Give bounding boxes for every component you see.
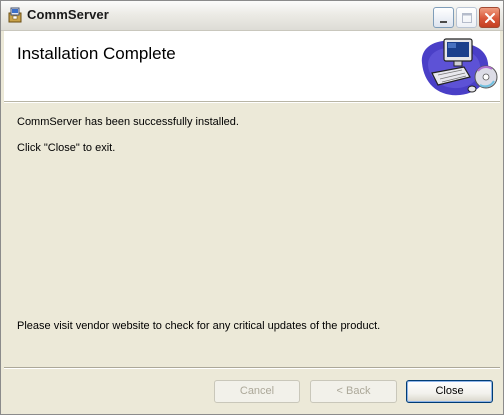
close-button[interactable]: Close bbox=[406, 380, 493, 403]
page-title: Installation Complete bbox=[17, 44, 176, 63]
installer-icon bbox=[7, 7, 23, 23]
exit-instruction: Click "Close" to exit. bbox=[17, 142, 116, 154]
updates-note: Please visit vendor website to check for… bbox=[17, 320, 381, 332]
back-button[interactable]: < Back bbox=[310, 380, 397, 403]
close-icon bbox=[485, 13, 495, 23]
maximize-icon bbox=[462, 13, 472, 23]
installer-window: CommServer Installation Complete CommSer… bbox=[0, 0, 504, 415]
computer-cd-illustration bbox=[414, 33, 500, 99]
minimize-icon bbox=[440, 21, 447, 23]
header-banner: Installation Complete bbox=[4, 31, 500, 102]
window-title: CommServer bbox=[27, 7, 109, 22]
footer-separator-highlight bbox=[4, 368, 500, 369]
success-message: CommServer has been successfully install… bbox=[17, 116, 239, 128]
banner-divider bbox=[4, 102, 500, 103]
minimize-button[interactable] bbox=[433, 7, 454, 28]
cancel-button[interactable]: Cancel bbox=[214, 380, 300, 403]
maximize-button[interactable] bbox=[456, 7, 477, 28]
title-bar[interactable]: CommServer bbox=[1, 1, 503, 31]
close-window-button[interactable] bbox=[479, 7, 500, 28]
